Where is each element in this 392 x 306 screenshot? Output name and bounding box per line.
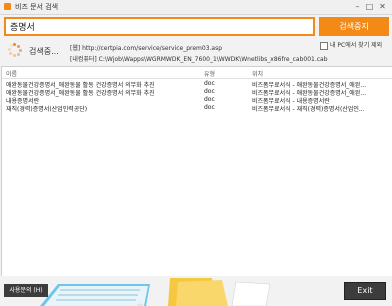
window-title: 비즈 문서 검색 bbox=[15, 3, 59, 11]
exit-button[interactable]: Exit bbox=[344, 282, 386, 300]
paper-icon bbox=[231, 281, 271, 306]
maximize-button[interactable]: □ bbox=[364, 2, 375, 11]
result-type: doc bbox=[204, 104, 215, 111]
result-row[interactable]: 애완동물건강증명서_애완동물 활동 건강증명서 의무화 추진 doc 비즈폼무료… bbox=[2, 88, 392, 97]
title-bar: 비즈 문서 검색 – □ ✕ bbox=[0, 0, 392, 15]
result-type: doc bbox=[204, 96, 215, 103]
search-input[interactable] bbox=[8, 20, 312, 33]
loading-spinner-icon bbox=[8, 43, 22, 57]
results-list[interactable]: 이름 유형 위치 애완동물건강증명서_애완동물 활동 건강증명서 의무화 추진 … bbox=[1, 66, 392, 278]
current-web-path: [웹] http://certpia.com/service/service_p… bbox=[70, 45, 223, 52]
stop-search-button[interactable]: 검색중지 bbox=[319, 17, 389, 36]
column-type-header[interactable]: 유형 bbox=[204, 69, 215, 78]
exclude-pc-checkbox[interactable] bbox=[320, 41, 328, 50]
help-button[interactable]: 사용문의 (H) bbox=[4, 284, 48, 297]
minimize-button[interactable]: – bbox=[352, 2, 363, 11]
result-row[interactable]: 내용증명서란 doc 비즈폼무료서식 - 내용증명서란 bbox=[2, 96, 392, 105]
results-header: 이름 유형 위치 bbox=[2, 67, 392, 79]
current-local-path: [내컴퓨터] C:\Wjob\Wapps\WGRMWDK_EN_7600_1\W… bbox=[70, 56, 328, 63]
folder-icon bbox=[168, 278, 228, 306]
result-type: doc bbox=[204, 88, 215, 95]
laptop-icon bbox=[40, 284, 150, 306]
search-status: 검색중... bbox=[29, 47, 59, 56]
close-button[interactable]: ✕ bbox=[377, 2, 388, 11]
result-location: 비즈폼무료서식 - 재직(경력)증명서(산업인... bbox=[252, 106, 365, 113]
result-type: doc bbox=[204, 80, 215, 87]
result-row[interactable]: 애완동물건강증명서_애완동물 활동 건강증명서 의무화 추진 doc 비즈폼무료… bbox=[2, 80, 392, 89]
result-name: 재직(경력)증명서(산업인력공단) bbox=[6, 106, 88, 113]
exclude-pc-label: 내 PC에서 찾기 제외 bbox=[330, 42, 383, 49]
search-box bbox=[4, 17, 315, 36]
app-window: 비즈 문서 검색 – □ ✕ 검색중지 검색중... [웹] http://ce… bbox=[0, 0, 392, 306]
result-row[interactable]: 재직(경력)증명서(산업인력공단) doc 비즈폼무료서식 - 재직(경력)증명… bbox=[2, 104, 392, 113]
exclude-pc-option[interactable]: 내 PC에서 찾기 제외 bbox=[320, 40, 382, 50]
column-name-header[interactable]: 이름 bbox=[6, 69, 17, 78]
app-icon bbox=[4, 3, 11, 10]
desk-illustration bbox=[0, 276, 392, 306]
column-location-header[interactable]: 위치 bbox=[252, 69, 263, 78]
